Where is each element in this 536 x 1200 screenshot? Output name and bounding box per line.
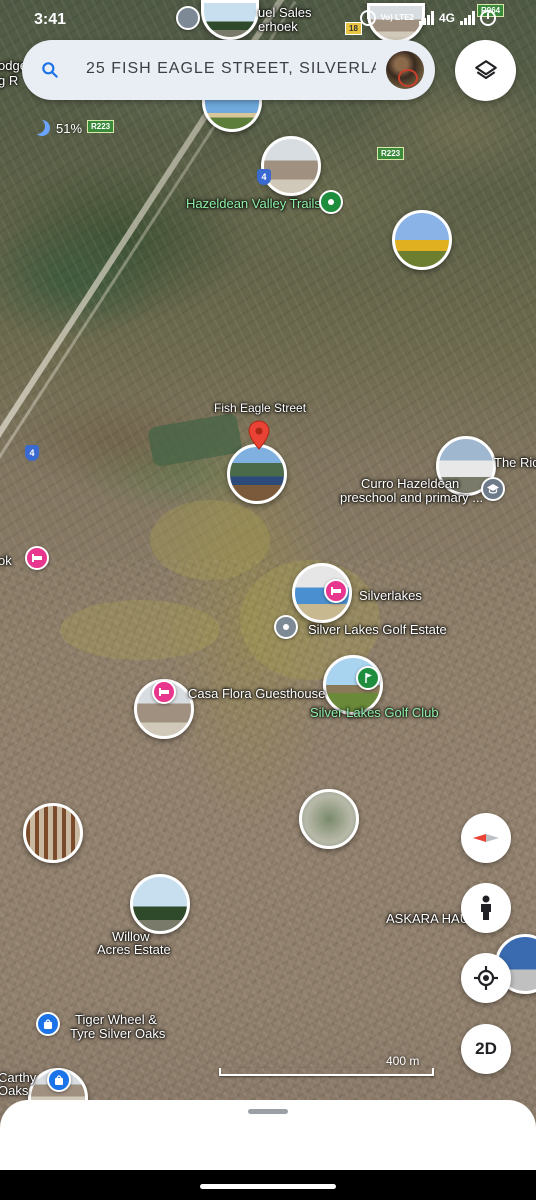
- volte-indicator: Vo) LTE2: [380, 13, 414, 22]
- route-marker-4: 4: [257, 169, 271, 185]
- data-saver-icon: [359, 10, 376, 26]
- status-bar: 3:41 Vo) LTE2 4G: [0, 0, 536, 40]
- weather-indicator: 51%: [34, 120, 82, 136]
- place-label-the-ridge[interactable]: The Ric: [494, 455, 536, 470]
- place-label-curro-line1[interactable]: Curro Hazeldean: [361, 476, 459, 491]
- selected-place-photo[interactable]: [227, 444, 287, 504]
- weather-value: 51%: [56, 120, 83, 136]
- hotel-icon[interactable]: [152, 680, 176, 704]
- place-label-tiger-line1[interactable]: Tiger Wheel &: [75, 1012, 157, 1027]
- map-scale-label: 400 m: [386, 1054, 420, 1068]
- compass-icon: [473, 834, 499, 842]
- compass-button[interactable]: [461, 813, 511, 863]
- search-icon[interactable]: [40, 60, 60, 80]
- search-bar[interactable]: 25 FISH EAGLE STREET, SILVERLAKES: [22, 40, 435, 100]
- place-label-curro-line2[interactable]: preschool and primary ...: [340, 490, 483, 505]
- battery-saver-icon: [480, 10, 496, 26]
- place-label-hazeldean-valley-trails[interactable]: Hazeldean Valley Trails: [186, 196, 321, 211]
- school-icon[interactable]: [481, 477, 505, 501]
- selected-location-pin-icon[interactable]: [248, 420, 270, 450]
- avatar[interactable]: [386, 51, 424, 89]
- signal-icon-2: [460, 11, 475, 25]
- place-label-fish-eagle-street[interactable]: Fish Eagle Street: [214, 401, 306, 415]
- place-label-silver-lakes-golf-estate[interactable]: Silver Lakes Golf Estate: [308, 622, 447, 637]
- route-marker-4: 4: [25, 445, 39, 461]
- place-photo-bubble[interactable]: [392, 210, 452, 270]
- place-label-tiger-line2[interactable]: Tyre Silver Oaks: [70, 1026, 165, 1041]
- place-photo-bubble[interactable]: [261, 136, 321, 196]
- place-pin-icon[interactable]: [274, 615, 298, 639]
- status-icons: Vo) LTE2 4G: [359, 10, 496, 26]
- bottom-sheet-handle[interactable]: [248, 1109, 288, 1114]
- layers-icon: [474, 59, 497, 79]
- layers-button[interactable]: [455, 40, 516, 101]
- place-label-partial[interactable]: g R: [0, 73, 18, 88]
- place-photo-bubble[interactable]: [130, 874, 190, 934]
- status-time: 3:41: [34, 11, 67, 28]
- golf-icon[interactable]: [356, 666, 380, 690]
- bottom-sheet[interactable]: [0, 1100, 536, 1175]
- search-query[interactable]: 25 FISH EAGLE STREET, SILVERLAKES: [86, 60, 376, 78]
- route-shield-r223: R223: [377, 147, 405, 160]
- place-label-willow-line2[interactable]: Acres Estate: [97, 942, 171, 957]
- place-label-oaks[interactable]: Oaks: [0, 1083, 28, 1098]
- hiking-pin-icon[interactable]: [319, 190, 343, 214]
- signal-icon: [418, 11, 434, 25]
- golf-fairway: [60, 600, 220, 660]
- network-type: 4G: [438, 11, 455, 25]
- toggle-2d-button[interactable]: 2D: [461, 1024, 511, 1074]
- place-label-partial[interactable]: ok: [0, 553, 12, 568]
- system-nav-bar: [0, 1170, 536, 1200]
- hotel-icon[interactable]: [25, 546, 49, 570]
- place-label-silverlakes[interactable]: Silverlakes: [359, 588, 422, 603]
- route-shield-r223: R223: [87, 120, 115, 133]
- my-location-icon: [474, 966, 498, 990]
- place-label-casa-flora-guesthouse[interactable]: Casa Flora Guesthouse: [188, 686, 325, 701]
- place-label-silver-lakes-golf-club[interactable]: Silver Lakes Golf Club: [310, 705, 439, 720]
- shopping-bag-icon[interactable]: [47, 1068, 71, 1092]
- park-area: [147, 412, 243, 468]
- gesture-nav-handle[interactable]: [200, 1184, 336, 1189]
- street-view-button[interactable]: [461, 883, 511, 933]
- moon-icon: [34, 120, 50, 136]
- map-scale-bar: [219, 1068, 434, 1076]
- street-view-pegman-icon: [481, 895, 491, 920]
- shopping-bag-icon[interactable]: [36, 1012, 60, 1036]
- place-photo-bubble[interactable]: [299, 789, 359, 849]
- my-location-button[interactable]: [461, 953, 511, 1003]
- golf-fairway: [150, 500, 270, 580]
- place-photo-bubble[interactable]: [23, 803, 83, 863]
- hotel-icon[interactable]: [324, 579, 348, 603]
